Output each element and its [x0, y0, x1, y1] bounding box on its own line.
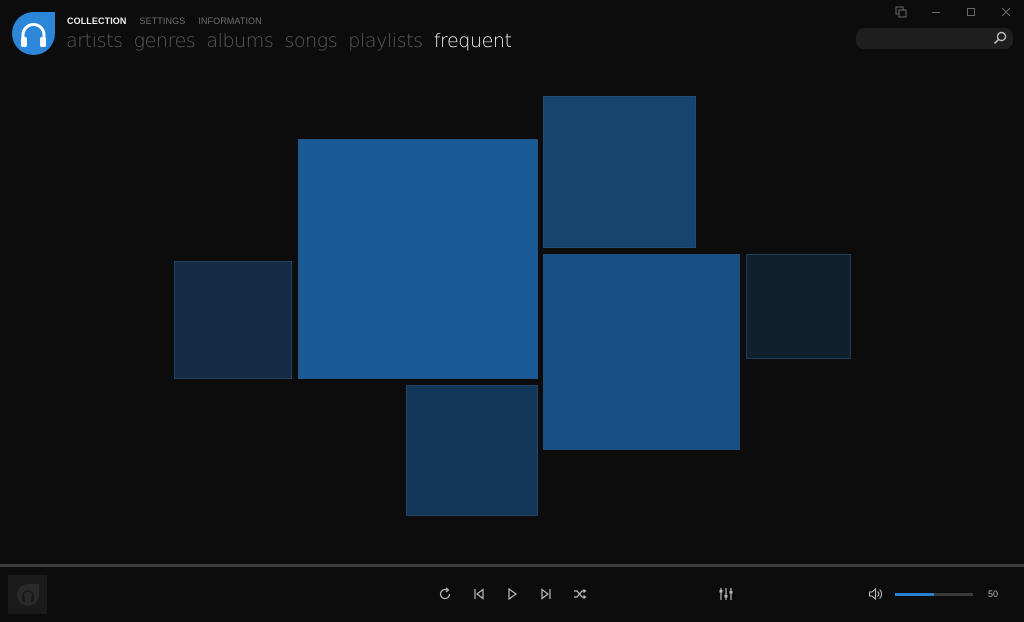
tab-artists[interactable]: artists: [66, 30, 123, 52]
tab-songs[interactable]: songs: [284, 30, 337, 52]
minimize-icon: [932, 12, 940, 13]
shuffle-icon: [574, 589, 587, 599]
loop-icon: [439, 587, 451, 600]
previous-button[interactable]: [471, 586, 487, 602]
volume-slider[interactable]: [895, 593, 973, 596]
playback-progress-bar[interactable]: [0, 564, 1024, 567]
next-button[interactable]: [538, 586, 554, 602]
frequent-tile[interactable]: [406, 385, 538, 516]
tab-genres[interactable]: genres: [134, 30, 196, 52]
main-navigation: artists genres albums songs playlists fr…: [66, 30, 512, 52]
mute-button[interactable]: [868, 586, 884, 602]
search-button[interactable]: [993, 31, 1007, 45]
close-button[interactable]: [999, 5, 1013, 19]
subnav-information[interactable]: INFORMATION: [198, 16, 261, 26]
shuffle-button[interactable]: [572, 586, 588, 602]
loop-button[interactable]: [437, 586, 453, 602]
now-playing-thumbnail[interactable]: [8, 575, 47, 614]
cover-mode-icon: [895, 6, 907, 18]
play-icon: [508, 587, 518, 601]
headphones-drop-icon: [12, 12, 55, 55]
maximize-button[interactable]: [964, 5, 978, 19]
search-box: [856, 28, 1013, 49]
tab-albums[interactable]: albums: [206, 30, 273, 52]
equalizer-button[interactable]: [718, 586, 734, 602]
speaker-icon: [868, 587, 882, 601]
cover-mode-button[interactable]: [894, 5, 908, 19]
app-logo: [12, 12, 55, 55]
sub-navigation: COLLECTION SETTINGS INFORMATION: [67, 16, 262, 26]
tab-playlists[interactable]: playlists: [348, 30, 423, 52]
equalizer-icon: [719, 588, 733, 600]
search-input[interactable]: [856, 28, 1002, 49]
previous-icon: [474, 588, 484, 600]
maximize-icon: [967, 8, 975, 16]
frequent-tile[interactable]: [174, 261, 292, 379]
volume-value: 50: [988, 589, 999, 599]
play-button[interactable]: [504, 586, 520, 602]
subnav-settings[interactable]: SETTINGS: [140, 16, 186, 26]
next-icon: [541, 588, 551, 600]
search-icon: [993, 31, 1007, 45]
frequent-tile[interactable]: [543, 254, 740, 450]
volume-slider-fill: [895, 593, 934, 596]
headphones-drop-icon: [16, 583, 39, 606]
minimize-button[interactable]: [929, 5, 943, 19]
tab-frequent[interactable]: frequent: [434, 30, 512, 52]
subnav-collection[interactable]: COLLECTION: [67, 16, 127, 26]
close-icon: [1001, 7, 1011, 17]
frequent-tile[interactable]: [298, 139, 538, 379]
frequent-tile[interactable]: [543, 96, 696, 248]
frequent-tile[interactable]: [746, 254, 851, 359]
